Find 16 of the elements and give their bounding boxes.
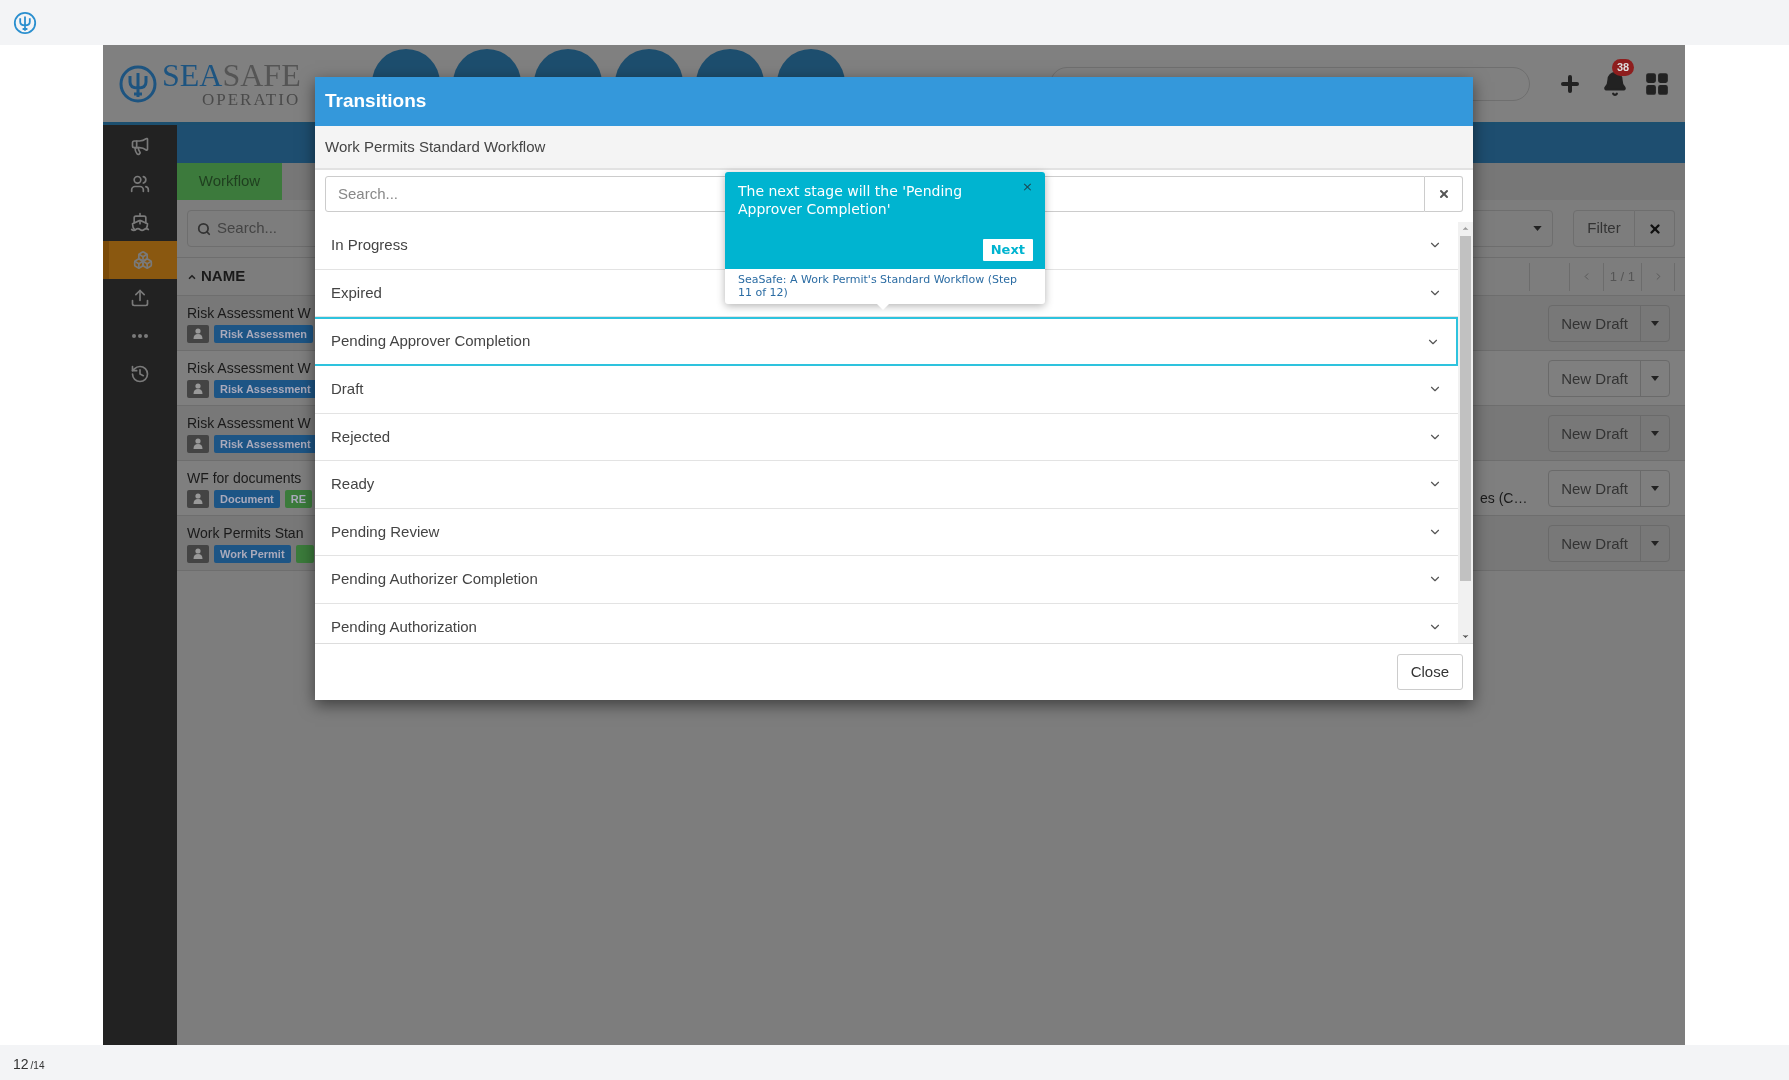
tag: Risk Assessment (214, 379, 317, 398)
tag: Document (214, 489, 280, 508)
page-number: 12 (13, 1056, 29, 1072)
tag: Risk Assessmen (214, 324, 314, 343)
table-cell-text: es (C… (1480, 489, 1529, 508)
dialog-title: Transitions (325, 89, 427, 114)
page-total: /14 (30, 1060, 45, 1072)
notification-badge: 38 (1612, 58, 1635, 76)
tag: RE (284, 489, 313, 508)
logo-text: SAFE (222, 59, 301, 91)
popover-step-text: SeaSafe: A Work Permit's Standard Workflow (Step 11 of 12) (737, 272, 1018, 301)
workflow-title: Work Permits Standard Workflow (325, 136, 546, 157)
popover-message: The next stage will the 'Pending Approver Completion' (738, 182, 964, 218)
tag: Risk Assessment (214, 434, 317, 453)
logo-text: SEA (162, 59, 223, 91)
tag: Work Permit (214, 544, 291, 563)
